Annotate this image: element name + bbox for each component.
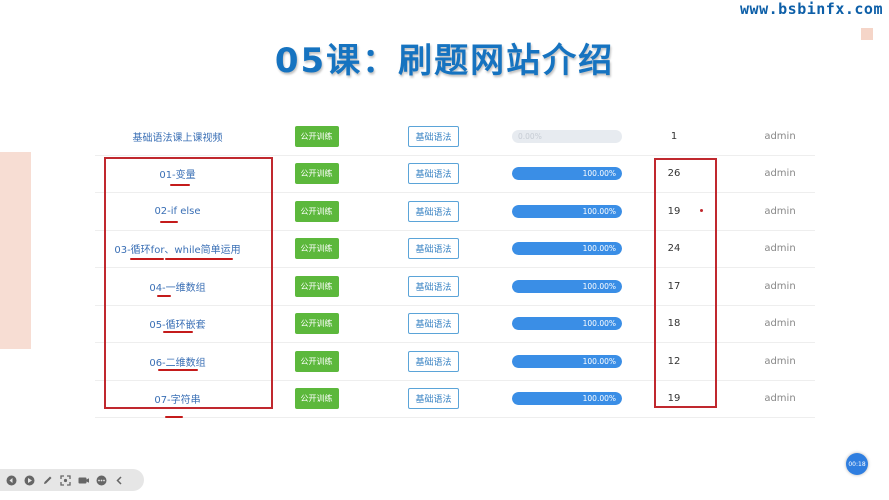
prev-icon[interactable] [6, 475, 17, 486]
author: admin [764, 205, 796, 217]
problem-set-link[interactable]: 基础语法课上课视频 [133, 129, 223, 144]
annotation-underline [163, 331, 193, 333]
more-icon[interactable] [96, 475, 107, 486]
annotation-underline [170, 184, 190, 186]
decorative-left-panel [0, 152, 31, 349]
annotation-underline [130, 258, 164, 260]
category-tag[interactable]: 基础语法 [408, 275, 459, 297]
public-training-button[interactable]: 公开训练 [294, 350, 339, 372]
progress-label: 100.00% [582, 281, 616, 291]
progress-label: 100.00% [582, 394, 616, 404]
progress-bar: 100.00% [512, 354, 622, 368]
progress-bar: 100.00% [512, 392, 622, 406]
category-tag[interactable]: 基础语法 [408, 238, 459, 260]
category-tag[interactable]: 基础语法 [408, 388, 459, 410]
public-training-button[interactable]: 公开训练 [294, 313, 339, 335]
progress-label: 100.00% [582, 244, 616, 254]
author: admin [764, 130, 796, 142]
play-icon[interactable] [24, 475, 35, 486]
annotation-underline [165, 258, 233, 260]
category-tag[interactable]: 基础语法 [408, 125, 459, 147]
author: admin [764, 318, 796, 330]
table-row: 基础语法课上课视频 公开训练 基础语法 0.00% 1 admin [95, 118, 815, 156]
progress-bar: 100.00% [512, 167, 622, 181]
collapse-icon[interactable] [114, 475, 125, 486]
public-training-button[interactable]: 公开训练 [294, 200, 339, 222]
progress-bar: 0.00% [512, 129, 622, 143]
capture-icon[interactable] [60, 474, 71, 486]
progress-label: 100.00% [582, 206, 616, 216]
annotation-underline [158, 369, 198, 371]
progress-label: 0.00% [518, 131, 542, 141]
problem-count: 1 [670, 130, 678, 142]
recording-timer[interactable]: 00:18 [846, 453, 868, 475]
annotation-dot [700, 209, 703, 212]
public-training-button[interactable]: 公开训练 [294, 125, 339, 147]
presentation-toolbar [0, 469, 144, 491]
progress-bar: 100.00% [512, 204, 622, 218]
category-tag[interactable]: 基础语法 [408, 200, 459, 222]
author: admin [764, 355, 796, 367]
annotation-box-names [104, 157, 273, 409]
slide-title: 05课：刷题网站介绍 [274, 41, 615, 81]
progress-bar: 100.00% [512, 279, 622, 293]
camera-icon[interactable] [78, 475, 89, 486]
progress-label: 100.00% [582, 356, 616, 366]
progress-label: 100.00% [582, 169, 616, 179]
public-training-button[interactable]: 公开训练 [294, 388, 339, 410]
author: admin [764, 393, 796, 405]
watermark: www.bsbinfx.com [740, 0, 883, 18]
public-training-button[interactable]: 公开训练 [294, 275, 339, 297]
annotation-underline [157, 295, 171, 297]
author: admin [764, 280, 796, 292]
progress-label: 100.00% [582, 319, 616, 329]
public-training-button[interactable]: 公开训练 [294, 238, 339, 260]
pen-icon[interactable] [42, 475, 53, 486]
category-tag[interactable]: 基础语法 [408, 163, 459, 185]
annotation-box-counts [654, 158, 717, 408]
category-tag[interactable]: 基础语法 [408, 350, 459, 372]
annotation-underline [165, 416, 183, 418]
progress-bar: 100.00% [512, 242, 622, 256]
author: admin [764, 243, 796, 255]
annotation-underline [160, 221, 178, 223]
progress-bar: 100.00% [512, 317, 622, 331]
author: admin [764, 168, 796, 180]
public-training-button[interactable]: 公开训练 [294, 163, 339, 185]
category-tag[interactable]: 基础语法 [408, 313, 459, 335]
